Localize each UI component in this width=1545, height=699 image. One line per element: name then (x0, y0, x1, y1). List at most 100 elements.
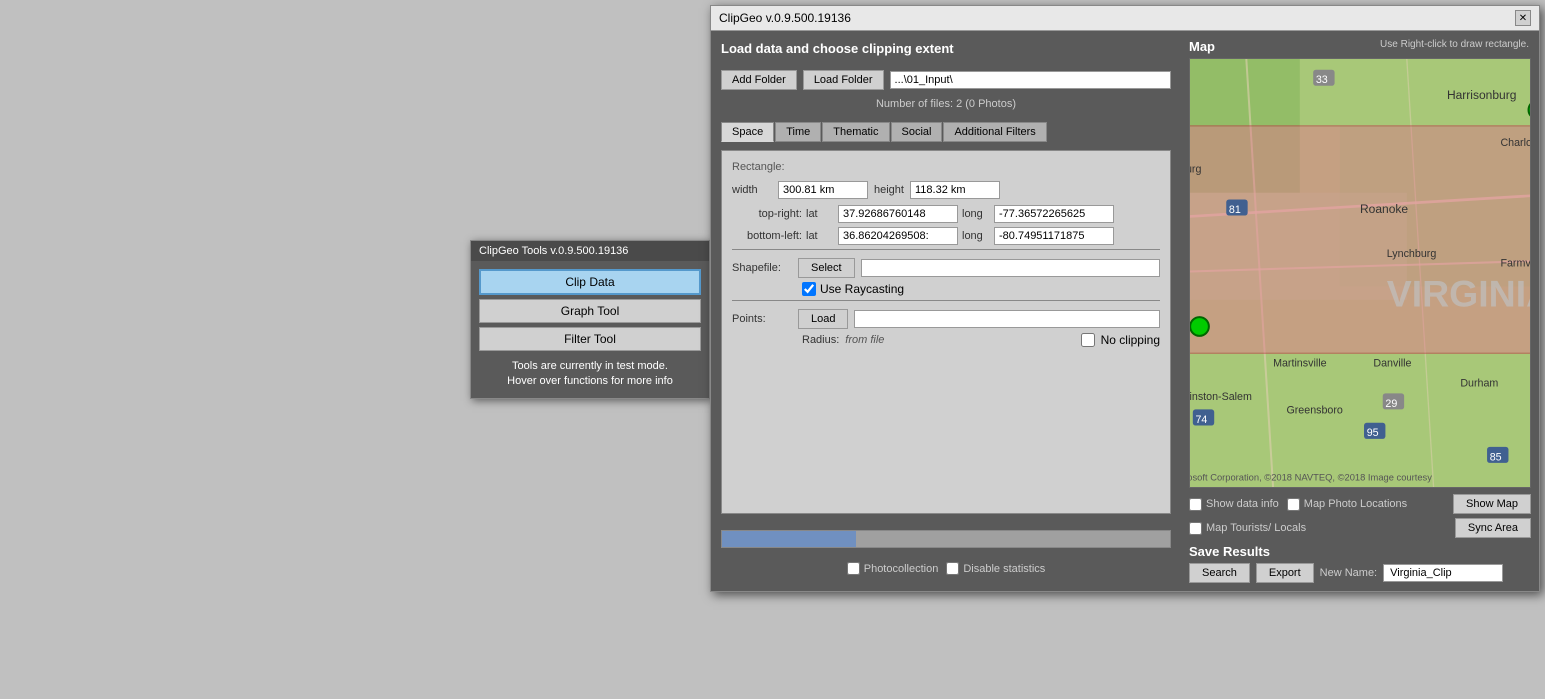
rectangle-label: Rectangle: (732, 161, 1160, 173)
left-panel: Load data and choose clipping extent Add… (711, 31, 1181, 591)
sync-area-button[interactable]: Sync Area (1455, 518, 1531, 538)
desktop: ClipGeo Tools v.0.9.500.19136 Clip Data … (0, 0, 1545, 699)
width-label: width (732, 184, 772, 196)
disable-stats-checkbox[interactable] (946, 562, 959, 575)
bottom-options: Photocollection Disable statistics (721, 556, 1171, 581)
main-content: Load data and choose clipping extent Add… (711, 31, 1539, 591)
section-title: Load data and choose clipping extent (721, 41, 1171, 56)
svg-text:Harrisonburg: Harrisonburg (1447, 88, 1516, 102)
tools-window: ClipGeo Tools v.0.9.500.19136 Clip Data … (470, 240, 710, 399)
save-row: Search Export New Name: (1189, 563, 1531, 583)
radius-value: from file (845, 334, 1074, 346)
tools-info-line1: Tools are currently in test mode. (479, 359, 701, 374)
radius-label: Radius: (802, 334, 839, 346)
photocollection-text: Photocollection (864, 563, 939, 575)
lat-label-tr: lat (806, 208, 834, 220)
height-label: height (874, 184, 904, 196)
close-icon: ✕ (1519, 13, 1527, 24)
tools-content: Clip Data Graph Tool Filter Tool Tools a… (471, 261, 709, 398)
photocollection-label: Photocollection (847, 562, 939, 575)
svg-text:95: 95 (1367, 427, 1379, 439)
save-results-title: Save Results (1189, 544, 1531, 559)
raycasting-checkbox[interactable] (802, 282, 816, 296)
tools-title-bar: ClipGeo Tools v.0.9.500.19136 (471, 241, 709, 261)
right-panel: Map Use Right-click to draw rectangle. (1181, 31, 1539, 591)
points-row: Points: Load (732, 309, 1160, 329)
svg-text:Winston-Salem: Winston-Salem (1190, 391, 1252, 403)
clip-data-button[interactable]: Clip Data (479, 269, 701, 295)
tab-social[interactable]: Social (891, 122, 943, 142)
height-input[interactable] (910, 181, 1000, 199)
folder-row: Add Folder Load Folder (721, 70, 1171, 90)
svg-text:Durham: Durham (1460, 378, 1498, 390)
map-svg: Harrisonburg Charlottesville Lewisburg R… (1190, 59, 1530, 487)
show-map-button[interactable]: Show Map (1453, 494, 1531, 514)
svg-text:29: 29 (1385, 398, 1397, 410)
filter-tabs: Space Time Thematic Social Additional Fi… (721, 122, 1171, 142)
lat-input-tr[interactable] (838, 205, 958, 223)
show-data-info-label: Show data info (1189, 498, 1279, 511)
photocollection-checkbox[interactable] (847, 562, 860, 575)
map-tourists-checkbox[interactable] (1189, 522, 1202, 535)
map-photo-locations-label: Map Photo Locations (1287, 498, 1407, 511)
main-title: ClipGeo v.0.9.500.19136 (719, 11, 851, 25)
new-name-label: New Name: (1320, 567, 1377, 579)
save-results-section: Save Results Search Export New Name: (1189, 544, 1531, 583)
tab-space[interactable]: Space (721, 122, 774, 142)
svg-text:©2018 Microsoft Corporation, ©: ©2018 Microsoft Corporation, ©2018 NAVTE… (1190, 472, 1432, 482)
tab-time[interactable]: Time (775, 122, 821, 142)
svg-text:Farmville: Farmville (1500, 257, 1530, 269)
divider2 (732, 300, 1160, 301)
width-input[interactable] (778, 181, 868, 199)
svg-text:Roanoke: Roanoke (1360, 202, 1408, 216)
svg-text:VIRGINIA: VIRGINIA (1387, 272, 1530, 314)
radius-row: Radius: from file No clipping (732, 333, 1160, 347)
tab-additional-filters[interactable]: Additional Filters (943, 122, 1046, 142)
svg-text:33: 33 (1316, 74, 1328, 86)
filter-tool-button[interactable]: Filter Tool (479, 327, 701, 351)
show-data-info-checkbox[interactable] (1189, 498, 1202, 511)
svg-text:74: 74 (1195, 414, 1207, 426)
progress-bar-fill (722, 531, 856, 547)
svg-text:Martinsville: Martinsville (1273, 358, 1327, 370)
bottom-left-label: bottom-left: (732, 230, 802, 242)
tab-thematic[interactable]: Thematic (822, 122, 889, 142)
folder-path-input[interactable] (890, 71, 1171, 89)
bottom-left-row: bottom-left: lat long (732, 227, 1160, 245)
map-hint: Use Right-click to draw rectangle. (1380, 39, 1529, 50)
divider1 (732, 249, 1160, 250)
svg-text:Charlottesville: Charlottesville (1500, 137, 1530, 149)
lat-input-bl[interactable] (838, 227, 958, 245)
tab-content-space: Rectangle: width height top-right: lat l… (721, 150, 1171, 514)
select-button[interactable]: Select (798, 258, 855, 278)
add-folder-button[interactable]: Add Folder (721, 70, 797, 90)
tools-title: ClipGeo Tools v.0.9.500.19136 (479, 245, 628, 257)
svg-text:Lynchburg: Lynchburg (1387, 248, 1437, 260)
disable-stats-text: Disable statistics (963, 563, 1045, 575)
search-button[interactable]: Search (1189, 563, 1250, 583)
points-label: Points: (732, 313, 792, 325)
long-label-tr: long (962, 208, 990, 220)
svg-text:Greensboro: Greensboro (1286, 404, 1342, 416)
new-name-input[interactable] (1383, 564, 1503, 582)
map-tourists-text: Map Tourists/ Locals (1206, 522, 1306, 534)
map-controls-row1: Show data info Map Photo Locations Show … (1189, 494, 1531, 514)
long-input-tr[interactable] (994, 205, 1114, 223)
long-label-bl: long (962, 230, 990, 242)
map-tourists-label: Map Tourists/ Locals (1189, 522, 1306, 535)
export-button[interactable]: Export (1256, 563, 1314, 583)
map-container[interactable]: Harrisonburg Charlottesville Lewisburg R… (1189, 58, 1531, 488)
shapefile-row: Shapefile: Select (732, 258, 1160, 278)
top-right-row: top-right: lat long (732, 205, 1160, 223)
load-button[interactable]: Load (798, 309, 848, 329)
long-input-bl[interactable] (994, 227, 1114, 245)
load-folder-button[interactable]: Load Folder (803, 70, 884, 90)
map-photo-locations-checkbox[interactable] (1287, 498, 1300, 511)
no-clipping-label: No clipping (1101, 333, 1160, 347)
shapefile-input[interactable] (861, 259, 1160, 277)
points-input[interactable] (854, 310, 1160, 328)
no-clipping-checkbox[interactable] (1081, 333, 1095, 347)
close-button[interactable]: ✕ (1515, 10, 1531, 26)
graph-tool-button[interactable]: Graph Tool (479, 299, 701, 323)
tools-info-line2: Hover over functions for more info (479, 374, 701, 389)
